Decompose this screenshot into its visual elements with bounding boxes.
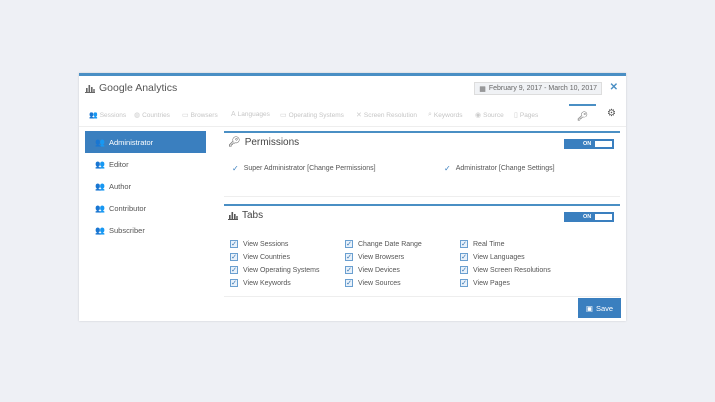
- checkbox-view-screen-resolutions[interactable]: ✓ View Screen Resolutions: [460, 266, 551, 274]
- save-button[interactable]: ▣ Save: [578, 298, 621, 318]
- users-icon: 👥: [89, 112, 98, 119]
- users-icon: 👥: [95, 225, 105, 235]
- close-icon[interactable]: ✕: [610, 82, 618, 93]
- tab-sessions[interactable]: 👥 Sessions: [89, 111, 126, 120]
- users-icon: 👥: [95, 181, 105, 191]
- checkbox-checked-icon: ✓: [460, 253, 468, 261]
- tab-countries[interactable]: ◍ Countries: [134, 111, 170, 120]
- tab-pages[interactable]: ▯ Pages: [514, 111, 538, 120]
- tabs-title: Tabs: [228, 210, 263, 221]
- panel-title: Google Analytics: [85, 82, 177, 94]
- analytics-settings-panel: Google Analytics ▦ February 9, 2017 - Ma…: [79, 73, 626, 321]
- tab-operating-systems[interactable]: ▭ Operating Systems: [280, 111, 344, 120]
- tab-bar: 👥 Sessions ◍ Countries ▭ Browsers A Language…: [79, 104, 626, 127]
- checkbox-view-languages[interactable]: ✓ View Languages: [460, 253, 525, 261]
- checkbox-view-countries[interactable]: ✓ View Countries: [230, 253, 290, 261]
- tab-browsers[interactable]: ▭ Browsers: [182, 111, 218, 120]
- permission-administrator[interactable]: ✓ Administrator [Change Settings]: [444, 164, 555, 173]
- expand-icon: ✕: [356, 112, 362, 119]
- bar-chart-icon: [85, 84, 95, 93]
- checkbox-checked-icon: ✓: [345, 240, 353, 248]
- checkbox-checked-icon: ✓: [230, 266, 238, 274]
- globe-icon: ◍: [134, 112, 141, 119]
- tab-languages[interactable]: A Languages: [231, 111, 270, 118]
- file-icon: ▯: [514, 112, 518, 119]
- tab-keywords[interactable]: ⌕ Keywords: [428, 111, 462, 119]
- sidebar-item-editor[interactable]: 👥 Editor: [85, 153, 206, 175]
- checkbox-view-operating-systems[interactable]: ✓ View Operating Systems: [230, 266, 320, 274]
- users-icon: 👥: [95, 203, 105, 213]
- sidebar-item-author[interactable]: 👥 Author: [85, 175, 206, 197]
- checkbox-checked-icon: ✓: [345, 253, 353, 261]
- sidebar-item-contributor[interactable]: 👥 Contributor: [85, 197, 206, 219]
- users-icon: 👥: [95, 159, 105, 169]
- permissions-toggle[interactable]: ON: [564, 139, 614, 149]
- tab-source[interactable]: ◉ Source: [475, 111, 504, 120]
- calendar-icon: ▦: [479, 85, 486, 93]
- checkbox-change-date-range[interactable]: ✓ Change Date Range: [345, 240, 422, 248]
- key-icon: 🔑︎: [228, 137, 241, 148]
- permission-super-administrator[interactable]: ✓ Super Administrator [Change Permission…: [232, 164, 376, 173]
- gear-icon[interactable]: ⚙: [607, 108, 616, 119]
- checkbox-real-time[interactable]: ✓ Real Time: [460, 240, 505, 248]
- tab-permissions[interactable]: 🔑︎: [569, 104, 596, 126]
- toggle-knob: [595, 141, 612, 147]
- checkbox-checked-icon: ✓: [460, 266, 468, 274]
- check-icon: ✓: [444, 164, 451, 173]
- key-icon: 🔑︎: [576, 110, 589, 121]
- check-icon: ✓: [232, 164, 239, 173]
- checkbox-checked-icon: ✓: [230, 240, 238, 248]
- checkbox-checked-icon: ✓: [460, 240, 468, 248]
- checkbox-checked-icon: ✓: [345, 266, 353, 274]
- checkbox-view-sources[interactable]: ✓ View Sources: [345, 279, 401, 287]
- floppy-disk-icon: ▣: [585, 303, 593, 313]
- date-range-picker[interactable]: ▦ February 9, 2017 - March 10, 2017: [474, 82, 602, 95]
- search-icon: ⌕: [428, 111, 432, 118]
- permissions-title: 🔑︎ Permissions: [228, 137, 300, 148]
- sidebar-item-administrator[interactable]: 👥 Administrator: [85, 131, 206, 153]
- checkbox-checked-icon: ✓: [460, 279, 468, 287]
- sidebar-item-subscriber[interactable]: 👥 Subscriber: [85, 219, 206, 241]
- users-icon: 👥: [95, 137, 105, 147]
- panel-title-text: Google Analytics: [99, 82, 178, 94]
- language-icon: A: [231, 111, 236, 118]
- permissions-section: 🔑︎ Permissions ON ✓ Super Administrator …: [224, 131, 620, 197]
- checkbox-view-devices[interactable]: ✓ View Devices: [345, 266, 400, 274]
- tabs-section: Tabs ON ✓ View Sessions ✓ View Countries ✓…: [224, 204, 620, 297]
- tabs-toggle[interactable]: ON: [564, 212, 614, 222]
- checkbox-checked-icon: ✓: [230, 253, 238, 261]
- checkbox-checked-icon: ✓: [230, 279, 238, 287]
- date-range-text: February 9, 2017 - March 10, 2017: [488, 85, 597, 92]
- checkbox-view-browsers[interactable]: ✓ View Browsers: [345, 253, 404, 261]
- panel-header: Google Analytics ▦ February 9, 2017 - Ma…: [79, 76, 626, 100]
- tab-screen-resolution[interactable]: ✕ Screen Resolution: [356, 111, 417, 120]
- role-sidebar: 👥 Administrator 👥 Editor 👥 Author 👥 Contribu…: [85, 131, 206, 241]
- desktop-icon: ▭: [280, 112, 287, 119]
- toggle-knob: [595, 214, 612, 220]
- checkbox-view-sessions[interactable]: ✓ View Sessions: [230, 240, 288, 248]
- checkbox-view-pages[interactable]: ✓ View Pages: [460, 279, 510, 287]
- checkbox-checked-icon: ✓: [345, 279, 353, 287]
- bar-chart-icon: [228, 212, 238, 220]
- checkbox-view-keywords[interactable]: ✓ View Keywords: [230, 279, 291, 287]
- window-icon: ▭: [182, 112, 189, 119]
- source-icon: ◉: [475, 112, 482, 119]
